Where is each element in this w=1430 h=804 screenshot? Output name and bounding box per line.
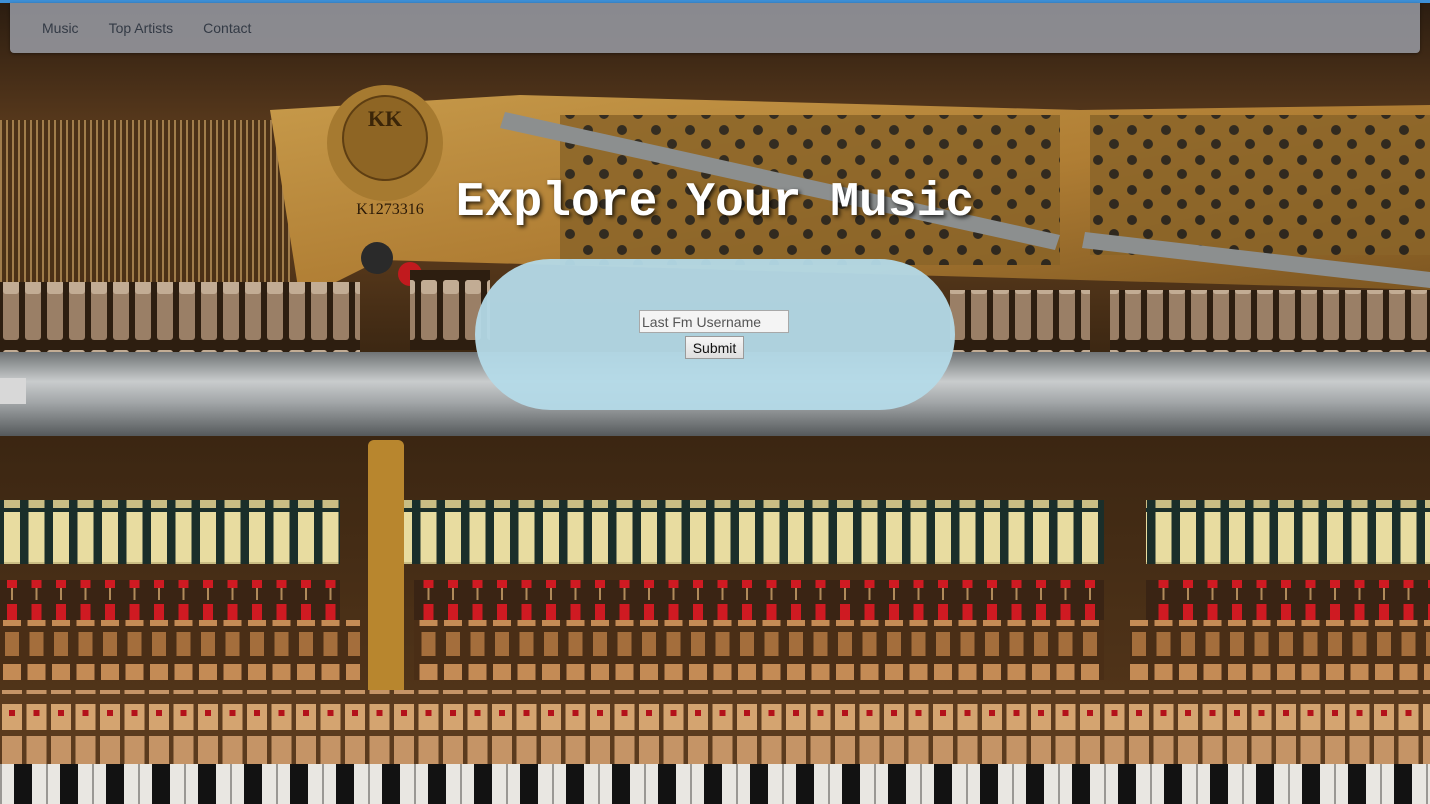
submit-button[interactable]: Submit	[685, 336, 744, 359]
nav-link-music[interactable]: Music	[42, 20, 79, 36]
username-form-panel	[475, 259, 955, 410]
logo-text: KK	[368, 106, 402, 131]
page: KK K1273316 Music Top Artists Contact Ex…	[0, 0, 1430, 804]
nav-link-contact[interactable]: Contact	[203, 20, 251, 36]
navbar: Music Top Artists Contact	[10, 3, 1420, 53]
hero-title: Explore Your Music	[455, 176, 975, 230]
nav-link-top-artists[interactable]: Top Artists	[109, 20, 174, 36]
lastfm-username-input[interactable]	[639, 310, 789, 333]
nav-links: Music Top Artists Contact	[42, 3, 281, 53]
